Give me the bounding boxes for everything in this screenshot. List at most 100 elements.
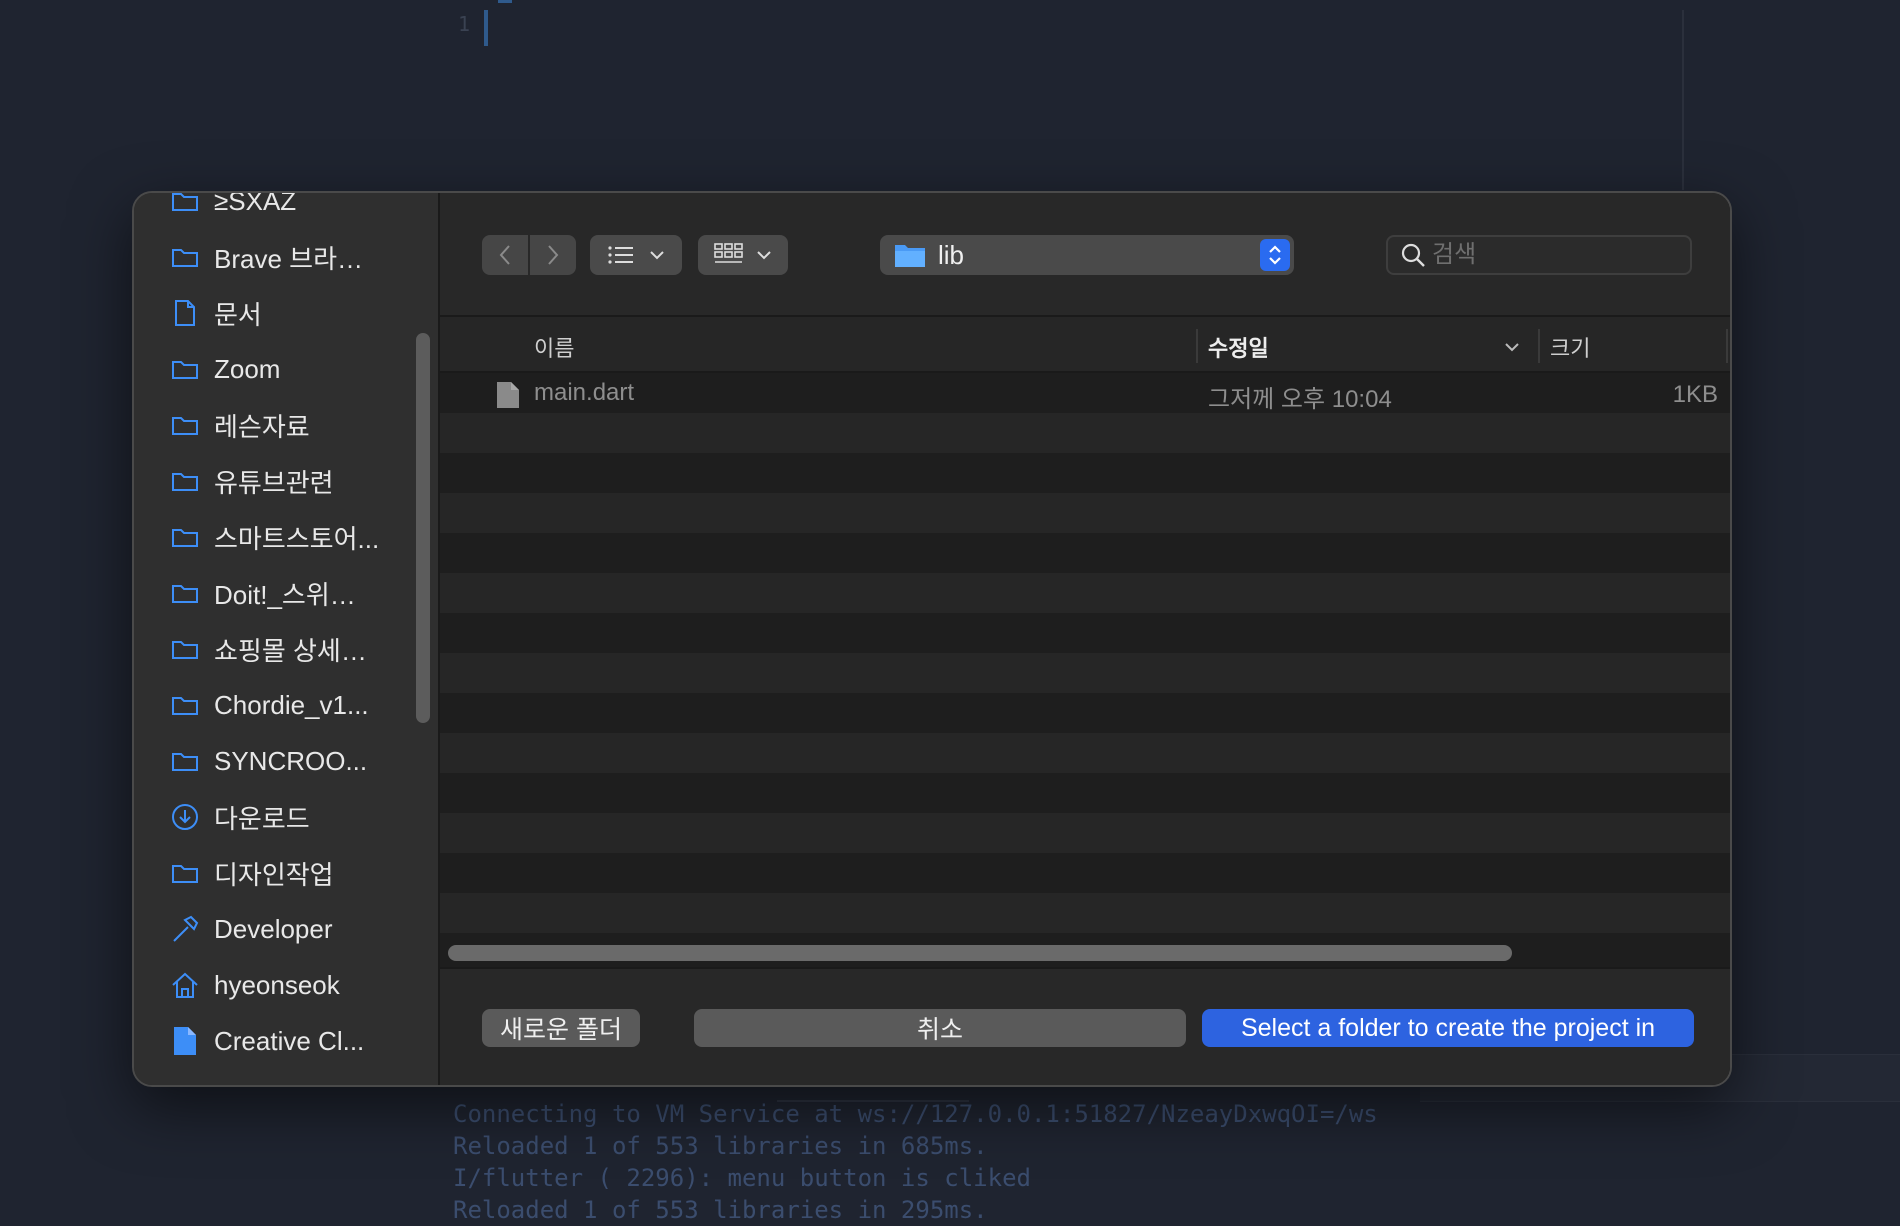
file-icon	[497, 382, 519, 408]
sidebar-item-developer[interactable]: Developer	[170, 909, 333, 949]
list-view-button[interactable]	[590, 235, 682, 275]
column-size[interactable]: 크기	[1550, 331, 1590, 363]
sidebar: ≥SXAZ Brave 브라… 문서 Zoom 레슨자료 유튜브관련 스마트스토…	[134, 193, 440, 1085]
sidebar-item-downloads[interactable]: 다운로드	[170, 797, 310, 837]
empty-row	[440, 853, 1730, 893]
path-popup[interactable]: lib	[880, 235, 1294, 275]
chevron-left-icon	[499, 245, 510, 265]
folder-icon	[170, 634, 200, 664]
sidebar-item-brave[interactable]: Brave 브라…	[170, 237, 363, 277]
file-size: 1KB	[1672, 381, 1718, 408]
sidebar-item-label: hyeonseok	[214, 969, 340, 1000]
column-divider[interactable]	[1726, 329, 1728, 363]
new-folder-button[interactable]: 새로운 폴더	[482, 1009, 640, 1047]
console-line: Reloaded 1 of 553 libraries in 295ms.	[453, 1196, 988, 1224]
path-label: lib	[938, 239, 965, 270]
path-stepper[interactable]	[1260, 239, 1290, 271]
column-name[interactable]: 이름	[534, 331, 574, 363]
file-icon	[170, 1026, 200, 1056]
chevron-updown-icon	[1269, 245, 1281, 265]
empty-row	[440, 533, 1730, 573]
console-line: Reloaded 1 of 553 libraries in 685ms.	[453, 1132, 988, 1160]
download-icon	[170, 802, 200, 832]
grid-view-button[interactable]	[698, 235, 788, 275]
sidebar-item-shopping[interactable]: 쇼핑몰 상세…	[170, 629, 367, 669]
editor-line-number: 1	[458, 12, 471, 36]
sidebar-item-label: Chordie_v1...	[214, 689, 369, 720]
sidebar-item-label: 디자인작업	[214, 859, 334, 890]
folder-icon	[170, 242, 200, 272]
sidebar-item-sxaz[interactable]: ≥SXAZ	[170, 193, 296, 221]
home-icon	[170, 970, 200, 1000]
confirm-button[interactable]: Select a folder to create the project in	[1202, 1009, 1694, 1047]
editor-ruler	[1682, 10, 1684, 190]
toolbar: lib	[440, 193, 1730, 317]
console-line: I/flutter ( 2296): menu button is cliked	[453, 1164, 1031, 1192]
list-icon	[608, 246, 633, 264]
empty-row	[440, 493, 1730, 533]
sidebar-item-syncroo[interactable]: SYNCROO...	[170, 741, 367, 781]
folder-icon	[170, 690, 200, 720]
folder-icon	[170, 746, 200, 776]
cancel-button[interactable]: 취소	[694, 1009, 1186, 1047]
column-modified[interactable]: 수정일	[1208, 331, 1269, 363]
grid-icon	[714, 243, 743, 263]
sidebar-item-youtube[interactable]: 유튜브관련	[170, 461, 334, 501]
file-name: main.dart	[534, 379, 635, 406]
sidebar-item-home[interactable]: hyeonseok	[170, 965, 340, 1005]
debug-console: Connecting to VM Service at ws://127.0.0…	[453, 1098, 1900, 1226]
table-row[interactable]: main.dart 그저께 오후 10:04 1KB	[440, 373, 1730, 413]
folder-icon	[170, 578, 200, 608]
folder-icon	[170, 193, 200, 216]
sidebar-item-label: SYNCROO...	[214, 745, 368, 776]
file-list: main.dart 그저께 오후 10:04 1KB	[440, 373, 1730, 933]
editor-cursor	[484, 10, 488, 46]
sidebar-item-label: ≥SXAZ	[214, 193, 297, 216]
empty-row	[440, 733, 1730, 773]
chevron-right-icon	[548, 245, 559, 265]
sidebar-item-chordie[interactable]: Chordie_v1...	[170, 685, 369, 725]
empty-row	[440, 573, 1730, 613]
chevron-down-icon	[650, 251, 664, 260]
empty-row	[440, 893, 1730, 933]
file-modified: 그저께 오후 10:04	[1208, 386, 1392, 413]
folder-picker-dialog: ≥SXAZ Brave 브라… 문서 Zoom 레슨자료 유튜브관련 스마트스토…	[132, 191, 1732, 1087]
sidebar-scrollbar[interactable]	[416, 333, 430, 723]
sidebar-item-label: 스마트스토어...	[214, 523, 380, 554]
sidebar-item-label: 문서	[214, 299, 262, 330]
file-browser: lib 이름 수정일 크기 main.dart 그저께 오후 1	[440, 193, 1730, 1085]
sidebar-item-doit[interactable]: Doit!_스위…	[170, 573, 356, 613]
sidebar-item-label: Brave 브라…	[214, 243, 363, 274]
sort-chevron-icon	[1505, 343, 1519, 352]
column-divider[interactable]	[1538, 329, 1540, 363]
empty-row	[440, 453, 1730, 493]
sidebar-item-creative-cloud[interactable]: Creative Cl...	[170, 1021, 364, 1061]
dialog-footer: 새로운 폴더 취소 Select a folder to create the …	[440, 969, 1730, 1085]
search-input[interactable]	[1432, 241, 1672, 269]
search-icon	[1401, 243, 1425, 267]
forward-button[interactable]	[530, 235, 576, 275]
back-button[interactable]	[482, 235, 528, 275]
document-icon	[170, 298, 200, 328]
empty-row	[440, 653, 1730, 693]
folder-icon	[895, 245, 925, 267]
column-divider[interactable]	[1196, 329, 1198, 363]
empty-row	[440, 813, 1730, 853]
empty-row	[440, 613, 1730, 653]
sidebar-item-label: Doit!_스위…	[214, 579, 356, 610]
folder-icon	[170, 466, 200, 496]
folder-icon	[170, 410, 200, 440]
hammer-icon	[170, 914, 200, 944]
horizontal-scrollbar[interactable]	[448, 945, 1512, 961]
search-field[interactable]	[1386, 235, 1692, 275]
sidebar-item-documents[interactable]: 문서	[170, 293, 262, 333]
sidebar-item-design[interactable]: 디자인작업	[170, 853, 334, 893]
sidebar-item-label: Zoom	[214, 353, 281, 384]
folder-icon	[170, 354, 200, 384]
sidebar-item-label: Creative Cl...	[214, 1025, 365, 1056]
sidebar-item-lesson[interactable]: 레슨자료	[170, 405, 310, 445]
sidebar-item-zoom[interactable]: Zoom	[170, 349, 280, 389]
sidebar-item-smartstore[interactable]: 스마트스토어...	[170, 517, 379, 557]
sidebar-item-label: 레슨자료	[214, 411, 310, 442]
sidebar-item-label: Developer	[214, 913, 333, 944]
